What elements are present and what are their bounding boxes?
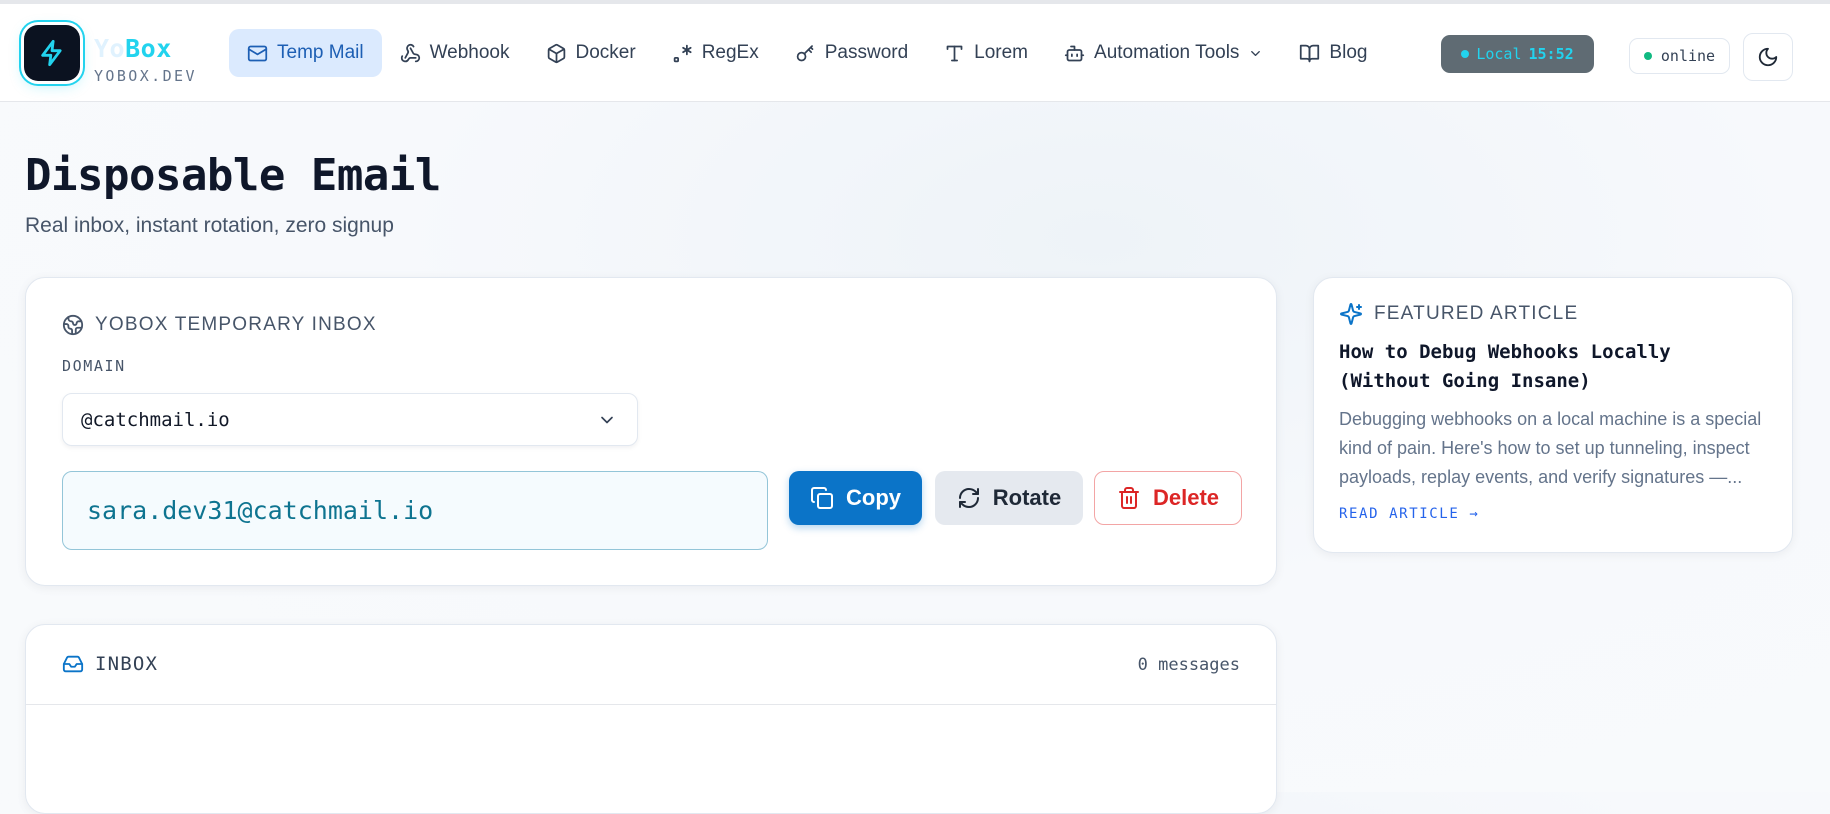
domain-select-value: @catchmail.io [81,408,230,431]
moon-icon [1758,47,1778,67]
bot-icon [1064,45,1085,61]
main-nav: Temp Mail Webhook Docker RegEx Password … [229,29,1385,77]
nav-item-label: Automation Tools [1094,42,1240,63]
inbox-heading-text: INBOX [95,653,159,675]
message-count: 0 messages [1137,655,1240,675]
theme-toggle-button[interactable] [1743,33,1793,81]
clock-label: Local [1476,45,1522,63]
copy-button[interactable]: Copy [789,471,922,525]
nav-item-regex[interactable]: RegEx [654,29,777,77]
email-address-value: sara.dev31@catchmail.io [87,496,434,525]
inbox-header: INBOX 0 messages [26,625,1276,705]
logo[interactable] [24,25,80,81]
rotate-button[interactable]: Rotate [935,471,1083,525]
nav-item-label: Temp Mail [277,42,364,63]
mail-icon [247,45,268,61]
webhook-icon [400,43,420,62]
nav-item-label: Password [824,42,909,63]
nav-item-label: Docker [575,42,636,63]
nav-item-label: Blog [1329,42,1368,63]
temporary-inbox-card: YOBOX TEMPORARY INBOX DOMAIN @catchmail.… [25,277,1277,586]
nav-item-temp-mail[interactable]: Temp Mail [229,29,382,77]
nav-item-password[interactable]: Password [777,29,926,77]
chevron-down-icon [1251,50,1261,56]
sparkles-icon [1340,303,1362,325]
page-title: Disposable Email [25,150,441,201]
copy-icon [811,487,833,509]
nav-item-label: Lorem [974,42,1029,63]
regex-icon [673,44,692,62]
featured-article-card[interactable]: FEATURED ARTICLE How to Debug Webhooks L… [1313,277,1793,553]
chevron-down-icon [601,416,613,423]
nav-item-webhook[interactable]: Webhook [382,29,528,77]
book-icon [1300,44,1320,62]
article-excerpt: Debugging webhooks on a local machine is… [1339,409,1762,487]
inbox-messages-card: INBOX 0 messages [25,624,1277,814]
featured-kicker: FEATURED ARTICLE [1339,302,1578,326]
local-clock: Local 15:52 [1441,35,1594,73]
inbox-icon [62,655,84,673]
delete-button-label: Delete [1152,485,1220,510]
lightning-icon [41,39,62,67]
refresh-icon [958,488,979,508]
delete-button[interactable]: Delete [1094,471,1242,525]
domain-select[interactable]: @catchmail.io [62,393,638,446]
brand-domain: YOBOX.DEV [94,67,197,85]
rotate-button-label: Rotate [992,485,1062,510]
nav-item-automation-tools[interactable]: Automation Tools [1046,29,1281,77]
clock-dot [1461,50,1470,58]
status-dot [1643,52,1652,60]
nav-item-docker[interactable]: Docker [528,29,654,77]
trash-icon [1118,487,1139,509]
inbox-card-heading-text: YOBOX TEMPORARY INBOX [95,314,377,335]
featured-kicker-text: FEATURED ARTICLE [1374,303,1579,324]
brand-name: YoBox [94,34,172,63]
domain-label: DOMAIN [62,357,126,375]
inbox-card-heading: YOBOX TEMPORARY INBOX [62,314,377,336]
nav-item-blog[interactable]: Blog [1281,29,1385,77]
article-title[interactable]: How to Debug Webhooks Locally (Without G… [1339,338,1759,396]
copy-button-label: Copy [846,485,901,510]
email-address-field[interactable]: sara.dev31@catchmail.io [62,471,768,550]
inbox-heading: INBOX [62,653,158,675]
nav-item-lorem[interactable]: Lorem [926,29,1046,77]
page-subtitle: Real inbox, instant rotation, zero signu… [25,214,394,237]
globe-icon [62,314,84,336]
nav-item-label: RegEx [701,42,759,63]
read-article-link[interactable]: READ ARTICLE → [1339,506,1479,522]
clock-time: 15:52 [1528,45,1574,63]
nav-item-label: Webhook [429,42,510,63]
top-navbar: YoBox YOBOX.DEV Temp Mail Webhook Docker… [0,4,1830,102]
key-icon [796,44,814,61]
type-icon [946,45,963,61]
status-label: online [1660,47,1716,65]
box-icon [547,43,565,63]
status-badge: online [1629,38,1730,74]
